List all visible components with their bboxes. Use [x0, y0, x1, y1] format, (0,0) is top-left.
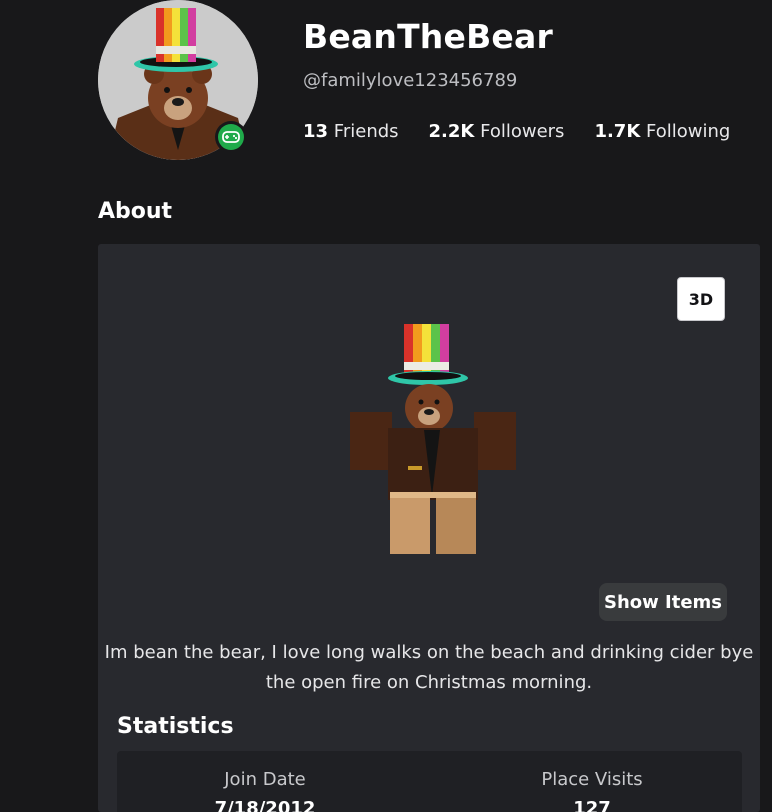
friends-count: 13	[303, 121, 329, 142]
place-visits-value: 127	[573, 798, 611, 812]
followers-label: Followers	[480, 121, 565, 142]
friends-count-link[interactable]: 13 Friends	[303, 121, 399, 142]
profile-description: Im bean the bear, I love long walks on t…	[104, 642, 754, 693]
friends-label: Friends	[333, 121, 399, 142]
following-label: Following	[646, 121, 731, 142]
social-counts: 13 Friends 2.2K Followers 1.7K Following	[303, 121, 730, 142]
avatar-full-body-image	[350, 324, 516, 554]
presence-badge-fill	[218, 124, 244, 150]
statistics-card: Join Date 7/18/2012 Place Visits 127	[117, 751, 742, 812]
avatar-container	[98, 0, 258, 160]
place-visits-label: Place Visits	[541, 769, 643, 790]
gamepad-icon	[222, 131, 240, 143]
join-date-stat: Join Date 7/18/2012	[165, 769, 365, 812]
place-visits-stat: Place Visits 127	[492, 769, 692, 812]
followers-count: 2.2K	[428, 121, 475, 142]
following-count: 1.7K	[594, 121, 641, 142]
join-date-value: 7/18/2012	[214, 798, 316, 812]
about-heading: About	[98, 199, 173, 224]
about-card: 3D Show Items Im bean the bear, I love l…	[98, 244, 760, 812]
join-date-label: Join Date	[224, 769, 306, 790]
username: @familylove123456789	[303, 70, 518, 91]
profile-page: BeanTheBear @familylove123456789 13 Frie…	[0, 0, 772, 812]
display-name: BeanTheBear	[303, 17, 553, 56]
statistics-heading: Statistics	[117, 714, 234, 739]
avatar-3d-viewer[interactable]	[348, 320, 523, 560]
following-count-link[interactable]: 1.7K Following	[594, 121, 730, 142]
show-items-button[interactable]: Show Items	[599, 583, 727, 621]
presence-badge[interactable]	[215, 121, 247, 153]
toggle-3d-button[interactable]: 3D	[677, 277, 725, 321]
followers-count-link[interactable]: 2.2K Followers	[429, 121, 565, 142]
